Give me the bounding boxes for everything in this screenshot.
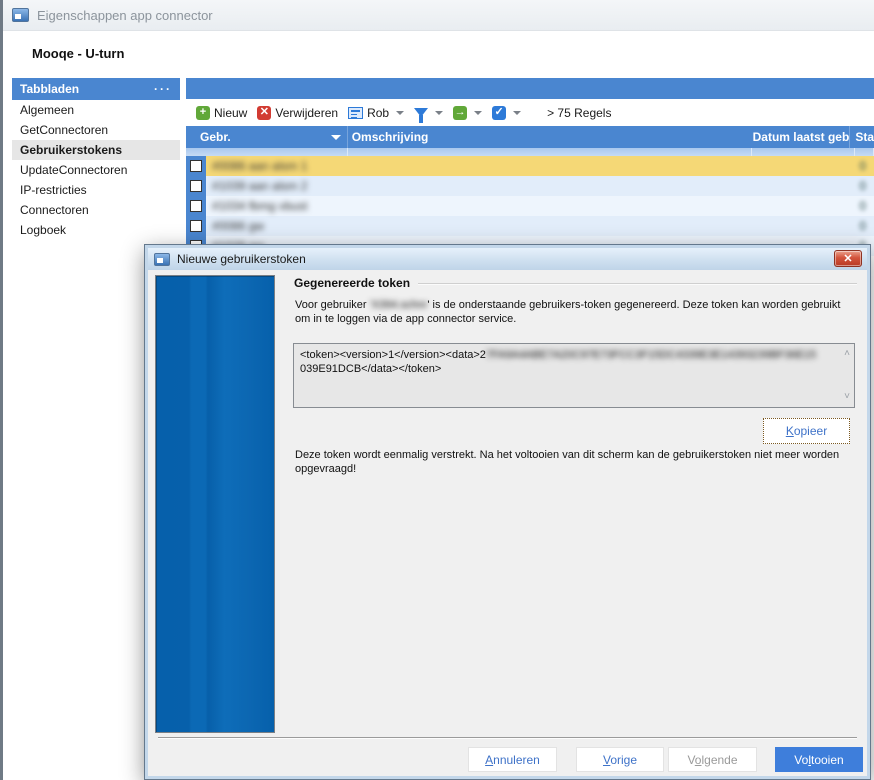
gebr-cell-redacted: #1039 aan alsm 2 [206,179,348,193]
table-row[interactable]: #1039 aan alsm 2 0 [186,176,874,196]
token-textbox[interactable]: <token><version>1</version><data>27FA9A4… [293,343,855,408]
new-button[interactable]: + Nieuw [196,106,247,120]
filter-button[interactable] [414,108,443,117]
window-frame-edge [0,0,3,780]
token-prefix: <token><version>1</version><data>2 [300,349,486,361]
row-checkbox[interactable] [190,180,202,192]
new-button-label: Nieuw [214,106,247,120]
dialog-separator [158,737,857,738]
row-checkbox[interactable] [190,220,202,232]
close-button[interactable]: ✕ [834,250,862,267]
status-cell-redacted: 0 [859,199,874,213]
next-button[interactable]: Volgende [668,747,757,772]
delete-button-label: Verwijderen [275,106,338,120]
sidebar-item-getconnectoren[interactable]: GetConnectoren [12,120,180,140]
status-cell-redacted: 0 [859,159,874,173]
sidebar-header-label: Tabbladen [20,82,79,96]
export-button[interactable]: → [453,106,482,120]
view-selector-button[interactable]: Rob [348,106,404,120]
filter-funnel-icon [414,108,428,117]
selection-button[interactable]: ✓ [492,106,521,120]
gebr-cell-redacted: #0086 aan alsm 1 [206,159,348,173]
new-token-dialog: Nieuwe gebruikerstoken ✕ Gegenereerde to… [145,245,870,779]
wizard-banner-image [155,275,275,733]
chevron-down-icon [513,111,521,115]
scroll-down-icon[interactable]: ˅ [844,392,850,402]
username-redacted: 'X394.schnr [370,299,428,311]
filter-cell[interactable] [348,148,752,156]
chevron-down-icon [474,111,482,115]
chevron-down-icon [435,111,443,115]
panel-header-band [186,78,874,99]
delete-button[interactable]: ✕ Verwijderen [257,106,338,120]
dialog-section-heading: Gegenereerde token [294,276,857,290]
chevron-down-icon [396,111,404,115]
layout-view-icon [348,107,363,119]
grid-body: #0086 aan alsm 1 0 #1039 aan alsm 2 0 #1… [186,156,874,256]
row-count-label: > 75 Regels [547,106,611,120]
sidebar-item-connectoren[interactable]: Connectoren [12,200,180,220]
sidebar: Tabbladen ··· Algemeen GetConnectoren Ge… [12,78,180,240]
view-selector-label: Rob [367,106,389,120]
row-checkbox[interactable] [190,160,202,172]
dialog-title: Nieuwe gebruikerstoken [177,252,306,266]
grid-filter-row[interactable] [186,148,874,156]
cancel-button[interactable]: Annuleren [468,747,557,772]
row-checkbox[interactable] [190,200,202,212]
dialog-titlebar: Nieuwe gebruikerstoken [148,248,867,270]
gebr-cell-redacted: #0086 gw [206,219,348,233]
column-header-datum[interactable]: Datum laatst geb [747,126,849,148]
column-header-status[interactable]: Sta [849,126,874,148]
filter-cell[interactable] [186,148,348,156]
main-titlebar: Eigenschappen app connector [3,0,874,31]
sidebar-item-gebruikerstokens[interactable]: Gebruikerstokens [12,140,180,160]
checkmark-icon: ✓ [492,106,506,120]
sidebar-menu-dots-icon[interactable]: ··· [154,82,172,96]
app-window-icon [12,8,29,22]
arrow-right-icon: → [453,106,467,120]
filter-cell[interactable] [855,148,874,156]
token-suffix: 039E91DCB</data></token> [300,362,836,376]
close-icon: ✕ [843,252,852,265]
finish-button[interactable]: Voltooien [775,747,863,772]
column-header-gebr[interactable]: Gebr. [186,126,347,148]
gebr-cell-redacted: #1034 fbmg vbust [206,199,348,213]
column-header-omschrijving[interactable]: Omschrijving [347,126,748,148]
sidebar-item-logboek[interactable]: Logboek [12,220,180,240]
sidebar-item-algemeen[interactable]: Algemeen [12,100,180,120]
status-cell-redacted: 0 [859,219,874,233]
dialog-icon [154,253,170,266]
sidebar-item-ip-restricties[interactable]: IP-restricties [12,180,180,200]
grid-toolbar: + Nieuw ✕ Verwijderen Rob → ✓ > 75 Regel… [186,99,874,126]
dialog-warning-text: Deze token wordt eenmalig verstrekt. Na … [295,448,847,476]
main-window-title: Eigenschappen app connector [37,8,213,23]
sidebar-header: Tabbladen ··· [12,78,180,100]
dialog-intro-text: Voor gebruiker 'X394.schnr' is de onders… [295,298,843,326]
sidebar-item-updateconnectoren[interactable]: UpdateConnectoren [12,160,180,180]
table-row[interactable]: #0086 aan alsm 1 0 [186,156,874,176]
copy-button[interactable]: Kopieer [763,418,850,444]
plus-icon: + [196,106,210,120]
scroll-up-icon[interactable]: ˄ [844,349,850,359]
page-title: Mooqe - U-turn [32,46,124,61]
back-button[interactable]: Vorige [576,747,664,772]
table-row[interactable]: #0086 gw 0 [186,216,874,236]
token-redacted: 7FA9A4ABE7A20C97E73FCC3F15DC4339E3E14393… [486,349,816,361]
filter-cell[interactable] [752,148,855,156]
grid-header-row: Gebr. Omschrijving Datum laatst geb Sta [186,126,874,148]
table-row[interactable]: #1034 fbmg vbust 0 [186,196,874,216]
status-cell-redacted: 0 [859,179,874,193]
delete-x-icon: ✕ [257,106,271,120]
sort-desc-icon[interactable] [331,135,341,140]
